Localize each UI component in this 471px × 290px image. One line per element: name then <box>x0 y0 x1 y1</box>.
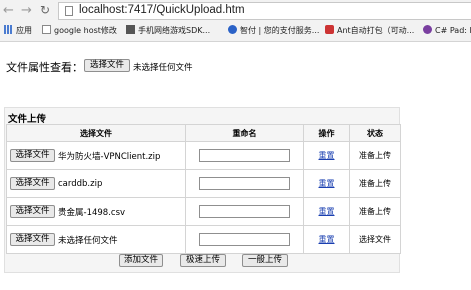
rename-input[interactable] <box>199 177 290 190</box>
table-row: 选择文件 未选择任何文件 重置 选择文件 <box>6 225 401 254</box>
bookmark-csharp[interactable]: C# Pad: R <box>423 25 471 35</box>
header-status: 状态 <box>349 124 401 142</box>
ant-icon <box>325 25 334 34</box>
choose-file-button[interactable]: 选择文件 <box>84 59 130 72</box>
url-text: localhost:7417/QuickUpload.htm <box>79 4 245 16</box>
back-arrow-icon[interactable]: ← <box>3 3 14 18</box>
rename-input[interactable] <box>199 149 290 162</box>
row-status: 选择文件 <box>349 225 401 254</box>
bookmark-label: google host修改 <box>54 26 117 35</box>
rename-input[interactable] <box>199 205 290 218</box>
normal-upload-button[interactable]: 一般上传 <box>242 254 288 267</box>
row-filename: carddb.zip <box>58 178 103 189</box>
table-row: 选择文件 华为防火墙-VPNClient.zip 重置 准备上传 <box>6 141 401 170</box>
fast-upload-button[interactable]: 极速上传 <box>180 254 226 267</box>
row-status: 准备上传 <box>349 197 401 226</box>
reset-link[interactable]: 重置 <box>303 169 350 198</box>
bookmark-sdk[interactable]: 手机网络游戏SDK... <box>126 25 210 36</box>
bookmark-zhifu[interactable]: 智付 | 您的支付服务... <box>228 25 319 36</box>
row-filename: 华为防火墙-VPNClient.zip <box>58 151 161 162</box>
no-file-text: 未选择任何文件 <box>133 63 193 73</box>
bookmark-label: 应用 <box>16 26 32 35</box>
row-choose-file-button[interactable]: 选择文件 <box>10 177 55 190</box>
globe-icon <box>228 25 237 34</box>
forward-arrow-icon[interactable]: → <box>21 3 32 18</box>
bookmark-apps[interactable]: 应用 <box>4 25 32 36</box>
bookmarks-bar: 应用 google host修改 手机网络游戏SDK... 智付 | 您的支付服… <box>0 22 471 42</box>
reload-icon[interactable]: ↻ <box>40 3 50 17</box>
browser-toolbar: ← → ↻ localhost:7417/QuickUpload.htm <box>0 0 471 22</box>
bookmark-ant[interactable]: Ant自动打包（可动... <box>325 25 414 36</box>
bookmark-google-host[interactable]: google host修改 <box>42 25 117 36</box>
row-choose-file-button[interactable]: 选择文件 <box>10 149 55 162</box>
table-row: 选择文件 贵金属-1498.csv 重置 准备上传 <box>6 197 401 226</box>
header-action: 操作 <box>303 124 350 142</box>
page-icon <box>42 25 51 34</box>
bookmark-label: C# Pad: R <box>435 26 471 35</box>
apps-grid-icon <box>4 25 13 34</box>
row-choose-file-button[interactable]: 选择文件 <box>10 205 55 218</box>
rename-input[interactable] <box>199 233 290 246</box>
reset-link[interactable]: 重置 <box>303 197 350 226</box>
add-file-button[interactable]: 添加文件 <box>119 254 163 267</box>
page-icon <box>65 6 73 16</box>
table-header-row: 选择文件 重命名 操作 状态 <box>6 124 401 142</box>
row-filename: 未选择任何文件 <box>58 235 118 246</box>
row-status: 准备上传 <box>349 141 401 170</box>
address-bar[interactable]: localhost:7417/QuickUpload.htm <box>58 2 471 20</box>
row-status: 准备上传 <box>349 169 401 198</box>
header-rename: 重命名 <box>185 124 304 142</box>
bookmark-label: Ant自动打包（可动... <box>337 26 415 35</box>
table-row: 选择文件 carddb.zip 重置 准备上传 <box>6 169 401 198</box>
upload-panel-title: 文件上传 <box>8 114 47 125</box>
row-choose-file-button[interactable]: 选择文件 <box>10 233 55 246</box>
bookmark-label: 手机网络游戏SDK... <box>138 26 211 35</box>
file-icon <box>126 25 135 34</box>
csharp-icon <box>423 25 432 34</box>
file-property-label: 文件属性查看： <box>6 61 83 74</box>
header-choose-file: 选择文件 <box>6 124 186 142</box>
row-filename: 贵金属-1498.csv <box>58 207 126 218</box>
reset-link[interactable]: 重置 <box>303 141 350 170</box>
bookmark-label: 智付 | 您的支付服务... <box>240 26 320 35</box>
reset-link[interactable]: 重置 <box>303 225 350 254</box>
upload-table: 选择文件 重命名 操作 状态 选择文件 华为防火墙-VPNClient.zip 重… <box>6 124 401 254</box>
